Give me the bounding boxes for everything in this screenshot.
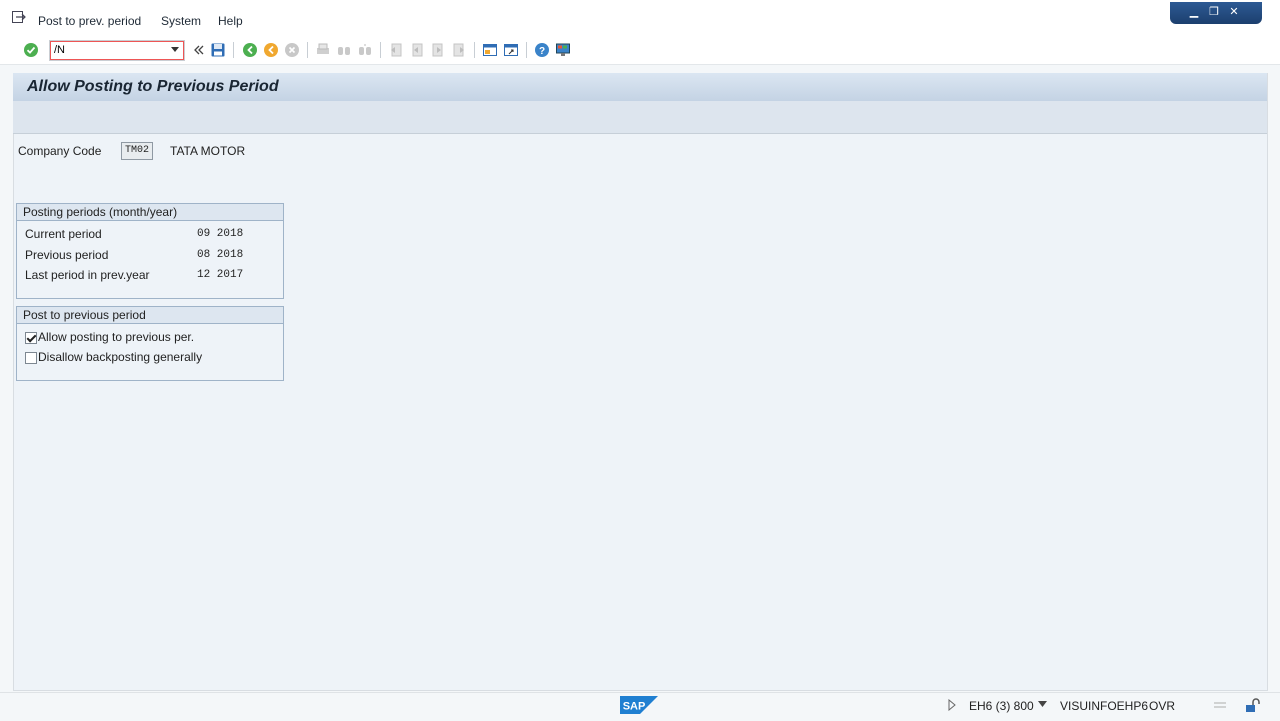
company-code-field[interactable]: TM02 [121, 142, 153, 160]
previous-page-icon [412, 43, 423, 57]
collapse-icon[interactable] [190, 42, 206, 58]
menu-icon[interactable] [12, 11, 26, 23]
minimize-icon[interactable]: ▁ [1188, 6, 1200, 18]
back-icon[interactable] [242, 42, 258, 58]
menu-system[interactable]: System [161, 14, 201, 28]
toolbar-separator [526, 42, 527, 58]
svg-text:SAP: SAP [623, 701, 646, 713]
current-period-value: 09 2018 [197, 228, 244, 240]
sap-logo: SAP [620, 696, 658, 714]
find-icon [338, 47, 350, 55]
menu-help[interactable]: Help [218, 14, 243, 28]
help-icon[interactable]: ? [534, 42, 550, 58]
disallow-backposting-checkbox[interactable] [25, 352, 37, 364]
find-next-icon [359, 44, 371, 55]
cancel-icon[interactable] [284, 42, 300, 58]
restore-icon[interactable]: ❐ [1208, 6, 1220, 18]
last-page-icon [453, 43, 464, 57]
customize-layout-icon[interactable] [555, 42, 571, 58]
exit-icon[interactable] [263, 42, 279, 58]
system-info: EH6 (3) 800 [969, 699, 1034, 713]
system-dropdown-icon[interactable] [1038, 701, 1047, 707]
post-previous-group: Post to previous period Allow posting to… [16, 306, 284, 381]
main-frame [13, 73, 1268, 691]
command-field[interactable] [49, 40, 185, 61]
status-expand-icon[interactable] [946, 699, 958, 711]
save-icon[interactable] [210, 42, 226, 58]
enter-icon[interactable] [23, 42, 39, 58]
previous-period-label: Previous period [25, 248, 109, 262]
status-settings-icon[interactable] [1213, 698, 1227, 712]
toolbar-separator [307, 42, 308, 58]
posting-periods-group: Posting periods (month/year) Current per… [16, 203, 284, 299]
company-code-label: Company Code [18, 144, 102, 158]
toolbar-separator [380, 42, 381, 58]
toolbar-separator [233, 42, 234, 58]
close-icon[interactable]: ✕ [1228, 6, 1240, 18]
posting-periods-header: Posting periods (month/year) [17, 204, 283, 221]
disallow-backposting-label: Disallow backposting generally [38, 350, 203, 364]
menu-post-to-prev-period[interactable]: Post to prev. period [38, 14, 141, 28]
unlock-icon[interactable] [1244, 697, 1260, 713]
current-period-label: Current period [25, 227, 102, 241]
command-input[interactable] [54, 43, 164, 57]
toolbar-separator [474, 42, 475, 58]
post-previous-header: Post to previous period [17, 307, 283, 324]
last-period-prev-year-value: 12 2017 [197, 269, 244, 281]
command-dropdown-icon[interactable] [171, 47, 179, 52]
first-page-icon [391, 43, 402, 57]
print-icon [317, 43, 329, 54]
previous-period-value: 08 2018 [197, 249, 244, 261]
window-controls: ▁ ❐ ✕ [1170, 2, 1262, 24]
menu-bar: Post to prev. period System Help [0, 0, 1280, 36]
last-period-prev-year-label: Last period in prev.year [25, 268, 150, 282]
title-bar: Allow Posting to Previous Period [13, 73, 1267, 101]
page-title: Allow Posting to Previous Period [27, 78, 279, 95]
svg-text:?: ? [539, 46, 545, 57]
company-name: TATA MOTOR [170, 144, 246, 158]
shortcut-icon[interactable] [503, 42, 519, 58]
application-toolbar [13, 101, 1267, 134]
create-session-icon[interactable] [482, 42, 498, 58]
allow-posting-label: Allow posting to previous per. [38, 330, 195, 344]
next-page-icon [432, 43, 443, 57]
allow-posting-checkbox[interactable] [25, 332, 37, 344]
insert-mode: OVR [1149, 699, 1176, 713]
server-name: VISUINFOEHP6 [1060, 699, 1149, 713]
